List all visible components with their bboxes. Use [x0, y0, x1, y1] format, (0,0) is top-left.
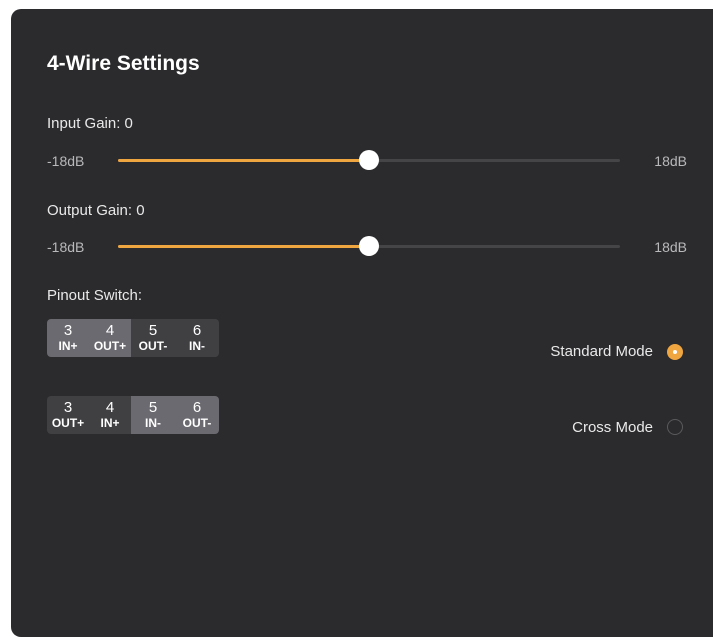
pin-5: 5 OUT-: [131, 319, 175, 357]
output-gain-max-label: 18dB: [654, 239, 687, 255]
standard-mode-radio[interactable]: [667, 344, 683, 360]
pin-6: 6 IN-: [175, 319, 219, 357]
pinout-cross-row[interactable]: 3 OUT+ 4 IN+ 5 IN- 6 OUT-: [47, 396, 219, 434]
pinout-switch-label: Pinout Switch:: [47, 287, 143, 304]
pin-number: 6: [192, 322, 202, 339]
pin-signal: OUT-: [138, 339, 168, 353]
pinout-standard-row[interactable]: 3 IN+ 4 OUT+ 5 OUT- 6 IN-: [47, 319, 219, 357]
pin-number: 5: [148, 322, 158, 339]
output-gain-slider[interactable]: [118, 236, 620, 256]
input-gain-slider-thumb[interactable]: [359, 150, 379, 170]
pin-number: 3: [63, 322, 73, 339]
pin-signal: IN+: [100, 416, 120, 430]
pin-signal: IN-: [145, 416, 161, 430]
panel-title: 4-Wire Settings: [47, 52, 200, 75]
output-gain-min-label: -18dB: [47, 239, 85, 255]
pin-signal: OUT+: [51, 416, 85, 430]
pin-3: 3 OUT+: [47, 396, 89, 434]
pin-4: 4 IN+: [89, 396, 131, 434]
pin-signal: IN-: [189, 339, 205, 353]
input-gain-min-label: -18dB: [47, 153, 85, 169]
output-gain-label: Output Gain: 0: [47, 202, 145, 219]
pin-5: 5 IN-: [131, 396, 175, 434]
cross-mode-label[interactable]: Cross Mode: [572, 419, 653, 436]
pin-number: 3: [63, 399, 73, 416]
pin-signal: IN+: [58, 339, 78, 353]
pin-number: 5: [148, 399, 158, 416]
output-gain-slider-thumb[interactable]: [359, 236, 379, 256]
input-gain-max-label: 18dB: [654, 153, 687, 169]
pin-number: 4: [105, 322, 115, 339]
pin-number: 4: [105, 399, 115, 416]
pin-4: 4 OUT+: [89, 319, 131, 357]
pin-signal: OUT+: [93, 339, 127, 353]
cross-mode-radio[interactable]: [667, 419, 683, 435]
four-wire-settings-panel: 4-Wire Settings Input Gain: 0 -18dB 18dB…: [11, 9, 713, 637]
pin-3: 3 IN+: [47, 319, 89, 357]
input-gain-slider-fill: [118, 159, 369, 162]
pin-group-5-6: 5 IN- 6 OUT-: [131, 396, 219, 434]
pin-6: 6 OUT-: [175, 396, 219, 434]
pin-group-3-4: 3 OUT+ 4 IN+: [47, 396, 131, 434]
pin-group-3-4: 3 IN+ 4 OUT+: [47, 319, 131, 357]
pin-signal: OUT-: [182, 416, 212, 430]
pin-group-5-6: 5 OUT- 6 IN-: [131, 319, 219, 357]
output-gain-slider-fill: [118, 245, 369, 248]
standard-mode-label[interactable]: Standard Mode: [550, 343, 653, 360]
pin-number: 6: [192, 399, 202, 416]
input-gain-slider[interactable]: [118, 150, 620, 170]
input-gain-label: Input Gain: 0: [47, 115, 133, 132]
